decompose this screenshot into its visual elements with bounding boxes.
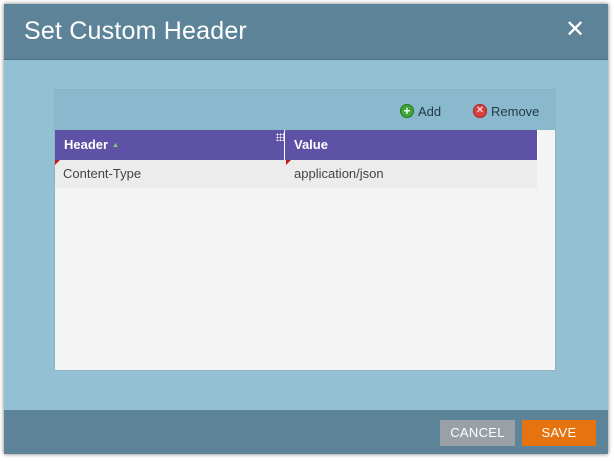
- remove-circle-icon: ✕: [473, 104, 487, 118]
- add-button-label: Add: [418, 103, 442, 119]
- add-button[interactable]: + Add: [400, 102, 441, 120]
- column-header-header[interactable]: Header ▲: [55, 130, 285, 160]
- grid-toolbar: + Add ✕ Remove: [55, 90, 555, 130]
- dialog-footer: CANCEL SAVE: [4, 410, 608, 454]
- dialog-title: Set Custom Header: [24, 17, 247, 45]
- add-circle-icon: +: [400, 104, 414, 118]
- cancel-button[interactable]: CANCEL: [440, 420, 515, 446]
- cell-value[interactable]: application/json: [286, 160, 537, 188]
- table-row[interactable]: Content-Type application/json: [55, 160, 537, 188]
- sort-ascending-icon: ▲: [112, 141, 120, 149]
- header-grid-panel: + Add ✕ Remove Header ▲ Value Content-Typ…: [54, 89, 556, 371]
- column-header-header-label: Header: [64, 137, 109, 152]
- grid-header-row: Header ▲ Value: [55, 130, 538, 160]
- column-header-value[interactable]: Value: [286, 130, 537, 160]
- close-icon[interactable]: ✕: [564, 18, 586, 42]
- cell-header[interactable]: Content-Type: [55, 160, 285, 188]
- column-menu-icon[interactable]: [276, 133, 284, 141]
- save-button[interactable]: SAVE: [522, 420, 596, 446]
- set-custom-header-dialog: Set Custom Header ✕ + Add ✕ Remove Heade…: [4, 4, 608, 454]
- remove-button-label: Remove: [491, 103, 540, 119]
- remove-button[interactable]: ✕ Remove: [473, 102, 539, 120]
- column-header-value-label: Value: [294, 137, 328, 152]
- dialog-titlebar: Set Custom Header ✕: [4, 4, 608, 60]
